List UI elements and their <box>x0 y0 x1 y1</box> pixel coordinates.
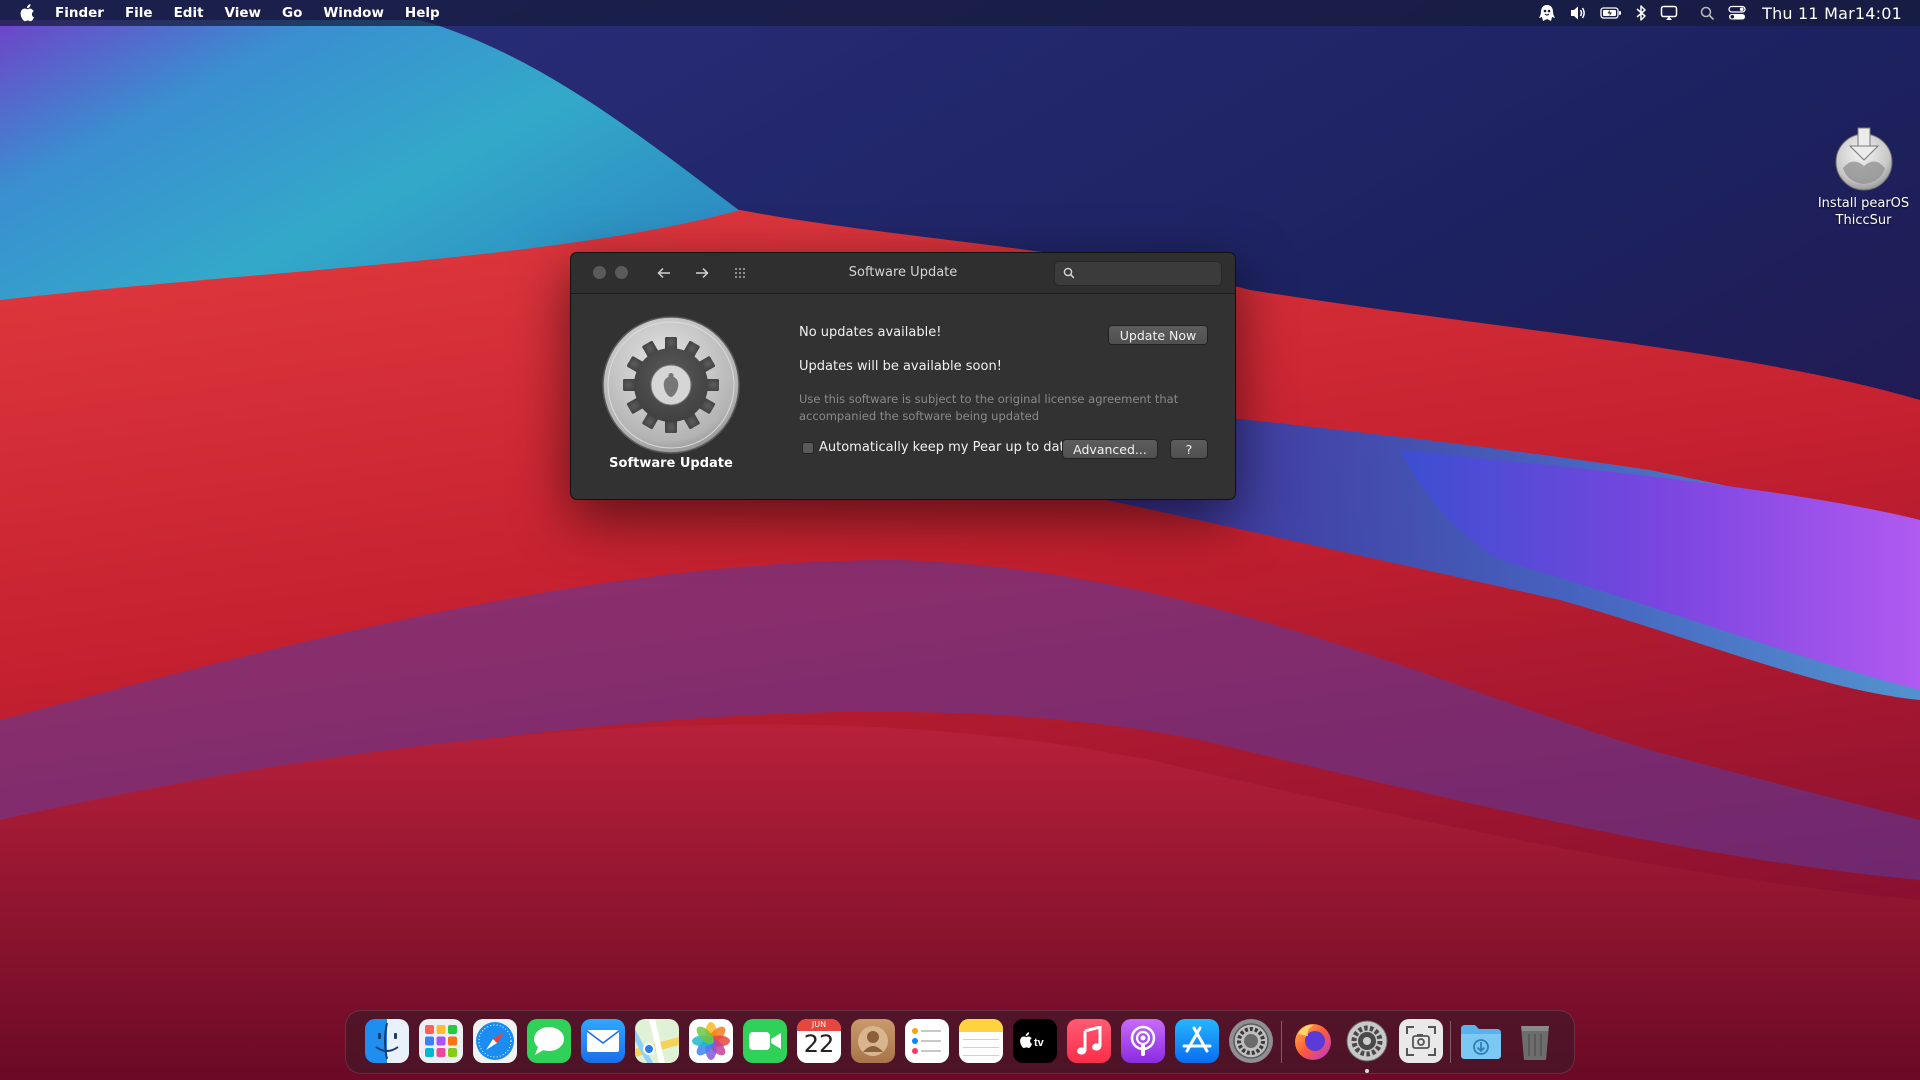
dock: JUN 22 tv <box>345 1010 1575 1074</box>
dock-downloads[interactable] <box>1459 1019 1503 1063</box>
window-titlebar[interactable]: Software Update <box>571 253 1235 294</box>
downloads-folder-icon <box>1461 1025 1501 1059</box>
window-content: Software Update No updates available! Up… <box>571 294 1235 499</box>
menu-go[interactable]: Go <box>282 5 302 21</box>
menu-file[interactable]: File <box>125 5 153 21</box>
podcasts-icon <box>1130 1025 1156 1056</box>
photos-icon <box>692 1022 730 1060</box>
messages-icon <box>534 1027 564 1055</box>
dock-photos[interactable] <box>689 1019 733 1063</box>
desktop-icon-label: Install pearOS ThiccSur <box>1817 196 1910 228</box>
spotlight-icon[interactable] <box>1700 6 1715 21</box>
dock-mail[interactable] <box>581 1019 625 1063</box>
volume-icon[interactable] <box>1569 5 1587 21</box>
safari-icon <box>476 1022 514 1060</box>
screenshot-icon <box>1406 1026 1436 1056</box>
dock-screenshot[interactable] <box>1399 1019 1443 1063</box>
control-center-icon[interactable] <box>1728 5 1746 21</box>
settings-gear-icon <box>1233 1023 1269 1059</box>
software-update-gear-icon <box>1346 1020 1388 1062</box>
dock-reminders[interactable] <box>905 1019 949 1063</box>
install-disk-icon <box>1835 127 1892 191</box>
desktop-wallpaper <box>0 0 1920 1080</box>
apple-tv-icon: tv <box>1020 1032 1045 1049</box>
dock-calendar[interactable]: JUN 22 <box>797 1019 841 1063</box>
update-now-button[interactable]: Update Now <box>1108 325 1208 345</box>
svg-text:tv: tv <box>1034 1037 1045 1049</box>
menu-help[interactable]: Help <box>405 5 440 21</box>
bluetooth-icon[interactable] <box>1635 4 1647 22</box>
menu-window[interactable]: Window <box>323 5 384 21</box>
menubar-clock[interactable]: Thu 11 Mar14:01 <box>1762 4 1902 23</box>
dock-finder[interactable] <box>365 1019 409 1063</box>
mail-icon <box>586 1030 620 1052</box>
trash-icon <box>1521 1026 1549 1060</box>
firefox-icon <box>1295 1024 1331 1060</box>
apple-menu-icon[interactable] <box>19 3 37 23</box>
gear-icon <box>602 316 740 454</box>
update-status-title: No updates available! <box>799 325 942 340</box>
battery-icon[interactable] <box>1600 6 1622 20</box>
search-icon <box>1063 267 1075 279</box>
pear-mascot-icon[interactable] <box>1538 4 1556 22</box>
auto-update-option[interactable]: Automatically keep my Pear up to date <box>802 440 1073 455</box>
contacts-icon <box>858 1026 888 1056</box>
auto-update-checkbox[interactable] <box>802 441 814 454</box>
search-field[interactable] <box>1054 261 1222 286</box>
music-icon <box>1077 1026 1102 1055</box>
menu-edit[interactable]: Edit <box>174 5 204 21</box>
facetime-icon <box>749 1032 781 1050</box>
dock-tv[interactable]: tv <box>1013 1019 1057 1063</box>
pane-label: Software Update <box>609 456 733 471</box>
auto-update-label: Automatically keep my Pear up to date <box>819 440 1073 455</box>
dock-trash[interactable] <box>1513 1019 1557 1063</box>
menu-bar: Finder File Edit View Go Window Help Thu… <box>0 0 1920 26</box>
dock-podcasts[interactable] <box>1121 1019 1165 1063</box>
advanced-button[interactable]: Advanced... <box>1062 439 1158 459</box>
menu-app-name[interactable]: Finder <box>55 5 104 21</box>
calendar-day: 22 <box>803 1030 835 1058</box>
dock-contacts[interactable] <box>851 1019 895 1063</box>
desktop-icon-install-pearos[interactable]: Install pearOS ThiccSur <box>1806 126 1920 229</box>
display-mirror-icon[interactable] <box>1660 5 1678 21</box>
finder-icon <box>375 1022 399 1060</box>
menu-view[interactable]: View <box>225 5 261 21</box>
dock-app-store[interactable] <box>1175 1019 1219 1063</box>
dock-separator <box>1281 1021 1282 1063</box>
dock-messages[interactable] <box>527 1019 571 1063</box>
dock-notes[interactable] <box>959 1019 1003 1063</box>
license-text: Use this software is subject to the orig… <box>799 392 1179 423</box>
dock-launchpad[interactable] <box>419 1019 463 1063</box>
dock-maps[interactable] <box>635 1019 679 1063</box>
notes-icon <box>959 1019 1003 1056</box>
launchpad-icon <box>425 1025 457 1057</box>
running-indicator <box>1365 1069 1369 1073</box>
dock-system-preferences[interactable] <box>1229 1019 1273 1063</box>
dock-music[interactable] <box>1067 1019 1111 1063</box>
reminders-icon <box>912 1028 941 1054</box>
software-update-pane-icon <box>601 315 741 459</box>
status-area: Thu 11 Mar14:01 <box>1525 0 1902 26</box>
search-input[interactable] <box>1081 264 1221 285</box>
update-status-subtitle: Updates will be available soon! <box>799 359 1002 374</box>
dock-separator <box>1450 1021 1451 1063</box>
help-button[interactable]: ? <box>1170 439 1208 459</box>
software-update-window: Software Update Software Update No updat… <box>570 252 1236 500</box>
dock-software-update[interactable] <box>1345 1019 1389 1063</box>
dock-facetime[interactable] <box>743 1019 787 1063</box>
dock-firefox[interactable] <box>1291 1019 1335 1063</box>
maps-icon <box>635 1019 679 1063</box>
app-store-icon <box>1182 1026 1212 1053</box>
dock-safari[interactable] <box>473 1019 517 1063</box>
